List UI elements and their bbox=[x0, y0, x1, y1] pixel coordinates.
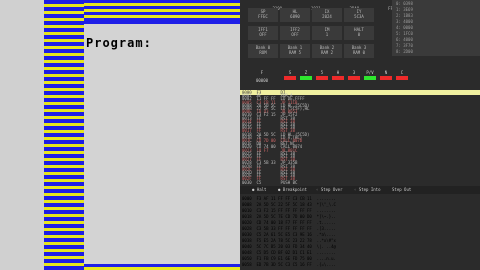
top-border-band bbox=[84, 0, 240, 18]
memory-dump-line[interactable]: 0038 F5 E5 2A 78 5C 23 22 78 ..*x\#"x bbox=[242, 238, 480, 243]
program-prompt: Program: bbox=[86, 36, 152, 50]
stack-entry: 4: 0000 bbox=[396, 25, 413, 30]
step-out-button[interactable]: Step Out bbox=[392, 187, 411, 192]
flag-label-3: 3 bbox=[352, 70, 356, 75]
flag-label-z: Z bbox=[304, 70, 308, 75]
memory-dump-line[interactable]: 0000 F3 AF 11 FF FF C3 CB 11 ........ bbox=[242, 196, 480, 201]
bank-1: Bank 1 RAM 5 bbox=[280, 44, 310, 58]
flag-f-value: 00000 bbox=[255, 78, 269, 83]
memory-dump-line[interactable]: 0020 CD 74 00 18 F7 FF FF FF .t...... bbox=[242, 220, 480, 225]
memory-dump-line[interactable]: 0048 C5 D5 CD BF 02 D1 C1 E1 ........ bbox=[242, 250, 480, 255]
flag-indicator-c bbox=[396, 76, 408, 80]
breakpoint-button[interactable]: ● Breakpoint bbox=[278, 187, 307, 192]
register-hl: HL 6890 bbox=[280, 8, 310, 22]
stack-entry: 8: 2D00 bbox=[396, 49, 413, 54]
flag-label-n: N bbox=[384, 70, 388, 75]
border-stripes bbox=[44, 0, 84, 270]
memory-dump-line[interactable]: 0028 C3 5B 33 FF FF FF FF FF .[3..... bbox=[242, 226, 480, 231]
screen-paper bbox=[84, 24, 240, 264]
disassembly-line[interactable]: 0030 C5 PUSH BC bbox=[242, 180, 480, 185]
stack-entry: 1: 3E69 bbox=[396, 7, 413, 12]
stack-entry: 7: 3F70 bbox=[396, 43, 413, 48]
stack-entry: 3: 4000 bbox=[396, 19, 413, 24]
memory-dump-line[interactable]: 0018 2A 5D 5C 7E CD 7D 00 D0 *]\~.}.. bbox=[242, 214, 480, 219]
register-iff2: IFF2 OFF bbox=[280, 26, 310, 40]
flag-label-s: S bbox=[288, 70, 292, 75]
flag-label-5: 5 bbox=[320, 70, 324, 75]
stack-entry: 6: 4000 bbox=[396, 37, 413, 42]
bottom-border-band bbox=[84, 264, 240, 270]
emulator-screen: Program: bbox=[0, 0, 240, 270]
register-halt: HALT 0 bbox=[344, 26, 374, 40]
memory-dump-line[interactable]: 0008 2A 5D 5C 22 5F 5C 18 43 *]\"_\.C bbox=[242, 202, 480, 207]
bank-3: Bank 3 RAM 0 bbox=[344, 44, 374, 58]
bank-2: Bank 2 RAM 2 bbox=[312, 44, 342, 58]
memory-dump-line[interactable]: 0030 C5 2A 61 5C E5 C3 9E 16 .*a\.... bbox=[242, 232, 480, 237]
halt-button[interactable]: ● Halt bbox=[252, 187, 266, 192]
step-into-button[interactable]: ◦ Step Into bbox=[354, 187, 381, 192]
stack-entry: 0: 0398 bbox=[396, 1, 413, 6]
flag-label-pv: P/V bbox=[366, 70, 374, 75]
memory-dump-line[interactable]: 0040 5C 7C B5 20 03 FD 34 40 \|. ..4@ bbox=[242, 244, 480, 249]
step-over-button[interactable]: ◦ Step Over bbox=[316, 187, 343, 192]
flag-label-h: H bbox=[336, 70, 340, 75]
flag-indicator-5 bbox=[316, 76, 328, 80]
bank-0: Bank 0 ROM bbox=[248, 44, 278, 58]
emulator-window: Program: 2100 1021 3DA8 FFFF 0: 0398 1: … bbox=[0, 0, 480, 270]
flag-indicator-n bbox=[380, 76, 392, 80]
memory-dump-line[interactable]: 0058 ED 7B 3D 5C C3 C5 16 FF .{=\.... bbox=[242, 262, 480, 267]
register-im: IM 1 bbox=[312, 26, 342, 40]
register-iy: IY 5C3A bbox=[344, 8, 374, 22]
flag-f-label: F bbox=[260, 70, 264, 75]
register-iff1: IFF1 OFF bbox=[248, 26, 278, 40]
register-ix: IX 2024 bbox=[312, 8, 342, 22]
flag-indicator-s bbox=[284, 76, 296, 80]
flag-indicator-pv bbox=[364, 76, 376, 80]
flag-label-c: C bbox=[400, 70, 404, 75]
stack-entry: 5: 1FC0 bbox=[396, 31, 413, 36]
flag-indicator-3 bbox=[348, 76, 360, 80]
memory-dump-line[interactable]: 0010 C3 F2 15 FF FF FF FF FF ........ bbox=[242, 208, 480, 213]
flag-indicator-h bbox=[332, 76, 344, 80]
memory-dump-line[interactable]: 0050 F1 FB C9 E1 6E FD 75 00 ....n.u. bbox=[242, 256, 480, 261]
stack-entry: 2: 1B83 bbox=[396, 13, 413, 18]
register-sp: SP FFEC bbox=[248, 8, 278, 22]
flag-indicator-z bbox=[300, 76, 312, 80]
